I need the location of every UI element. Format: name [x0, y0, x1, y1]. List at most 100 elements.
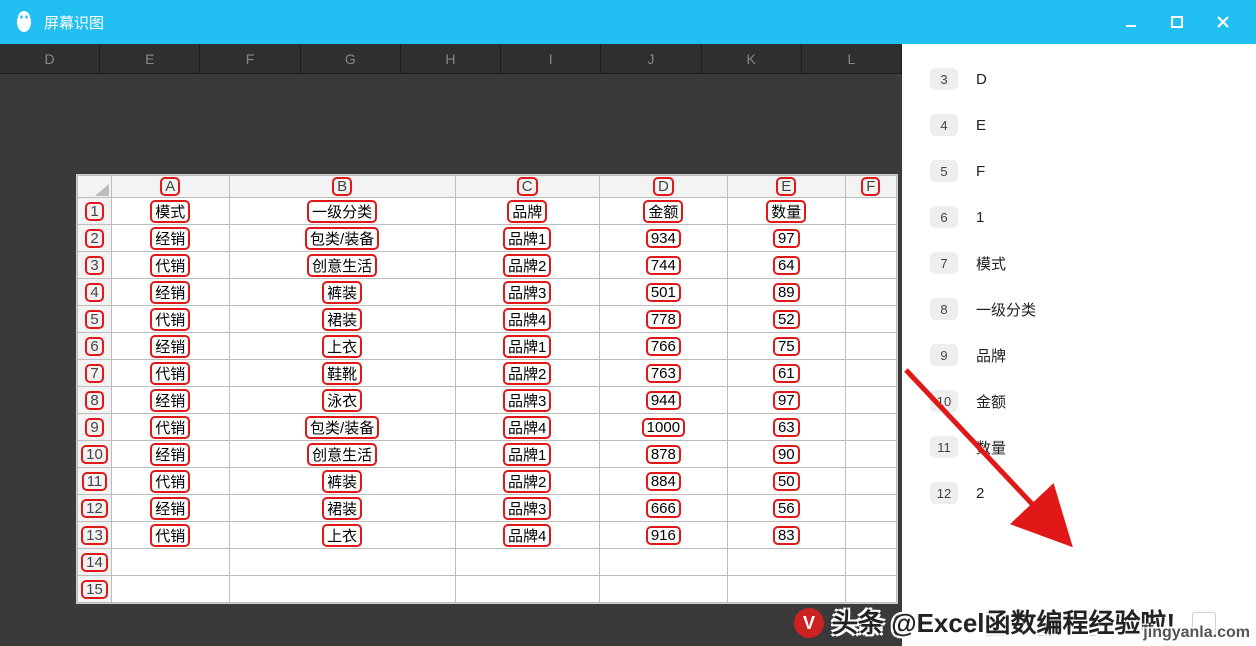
bg-col: L [802, 44, 902, 73]
cell: 裙装 [229, 306, 455, 333]
cell: 金额 [599, 198, 727, 225]
ocr-result-item[interactable]: 3D [930, 68, 1236, 90]
result-index: 3 [930, 68, 958, 90]
result-index: 8 [930, 298, 958, 320]
result-text: E [976, 117, 986, 134]
ocr-result-item[interactable]: 4E [930, 114, 1236, 136]
cell: 模式 [112, 198, 230, 225]
cell: 89 [728, 279, 846, 306]
row-header: 9 [78, 414, 112, 441]
col-header: F [845, 176, 896, 198]
close-button[interactable] [1200, 0, 1246, 44]
cell: 744 [599, 252, 727, 279]
cell: 经销 [112, 225, 230, 252]
col-header: A [112, 176, 230, 198]
row-header: 14 [78, 549, 112, 576]
cell: 裤装 [229, 468, 455, 495]
cell [599, 576, 727, 603]
cell [845, 306, 896, 333]
cell: 90 [728, 441, 846, 468]
cell [845, 279, 896, 306]
result-text: D [976, 71, 987, 88]
result-index: 7 [930, 252, 958, 274]
cell [845, 387, 896, 414]
cell: 鞋靴 [229, 360, 455, 387]
cell: 944 [599, 387, 727, 414]
cell [455, 576, 599, 603]
cell: 创意生活 [229, 252, 455, 279]
ocr-result-item[interactable]: 9品牌 [930, 344, 1236, 366]
cell [728, 576, 846, 603]
minimize-button[interactable] [1108, 0, 1154, 44]
cell: 934 [599, 225, 727, 252]
cell [229, 549, 455, 576]
ocr-result-item[interactable]: 12 2 [930, 482, 1236, 504]
row-header: 12 [78, 495, 112, 522]
cell: 97 [728, 225, 846, 252]
cell: 品牌3 [455, 279, 599, 306]
cell: 经销 [112, 387, 230, 414]
cell: 品牌3 [455, 495, 599, 522]
cell [455, 549, 599, 576]
result-index: 6 [930, 206, 958, 228]
cell: 上衣 [229, 522, 455, 549]
cell: 裤装 [229, 279, 455, 306]
cell: 83 [728, 522, 846, 549]
row-header: 13 [78, 522, 112, 549]
bg-col: G [301, 44, 401, 73]
ocr-result-item[interactable]: 7模式 [930, 252, 1236, 274]
cell [845, 495, 896, 522]
ocr-result-item[interactable]: 10金额 [930, 390, 1236, 412]
ocr-result-item[interactable]: 8 一级分类 [930, 298, 1236, 320]
cell [845, 414, 896, 441]
row-header: 7 [78, 360, 112, 387]
cell: 创意生活 [229, 441, 455, 468]
cell: 56 [728, 495, 846, 522]
maximize-button[interactable] [1154, 0, 1200, 44]
cell: 经销 [112, 333, 230, 360]
cell [845, 468, 896, 495]
result-text: 数量 [976, 437, 1006, 458]
result-text: 一级分类 [976, 299, 1036, 320]
bg-col: H [401, 44, 501, 73]
cell: 878 [599, 441, 727, 468]
cell [845, 441, 896, 468]
cell [845, 522, 896, 549]
cell [845, 576, 896, 603]
result-text: 2 [976, 485, 984, 502]
result-index: 12 [930, 482, 958, 504]
cell: 916 [599, 522, 727, 549]
cell: 884 [599, 468, 727, 495]
ocr-result-item[interactable]: 61 [930, 206, 1236, 228]
result-index: 5 [930, 160, 958, 182]
cell: 63 [728, 414, 846, 441]
row-header: 5 [78, 306, 112, 333]
ocr-result-item[interactable]: 11 数量 [930, 436, 1236, 458]
bg-col: K [702, 44, 802, 73]
result-text: 1 [976, 209, 984, 226]
ocr-result-item[interactable]: 5F [930, 160, 1236, 182]
cell: 501 [599, 279, 727, 306]
cell: 一级分类 [229, 198, 455, 225]
row-header: 15 [78, 576, 112, 603]
cell: 包类/装备 [229, 225, 455, 252]
bg-spreadsheet-header: D E F G H I J K L [0, 44, 902, 74]
cell: 763 [599, 360, 727, 387]
row-header: 1 [78, 198, 112, 225]
corner-cell [78, 176, 112, 198]
bg-col: F [200, 44, 300, 73]
cell: 品牌4 [455, 522, 599, 549]
col-header: B [229, 176, 455, 198]
row-header: 6 [78, 333, 112, 360]
cell: 经销 [112, 441, 230, 468]
cell: 代销 [112, 468, 230, 495]
watermark-site: jingyanla.com [1143, 624, 1250, 642]
cell: 代销 [112, 306, 230, 333]
cell [112, 549, 230, 576]
row-header: 11 [78, 468, 112, 495]
qq-penguin-icon [14, 9, 34, 35]
cell: 52 [728, 306, 846, 333]
cell: 经销 [112, 495, 230, 522]
result-index: 11 [930, 436, 958, 458]
cell [845, 198, 896, 225]
